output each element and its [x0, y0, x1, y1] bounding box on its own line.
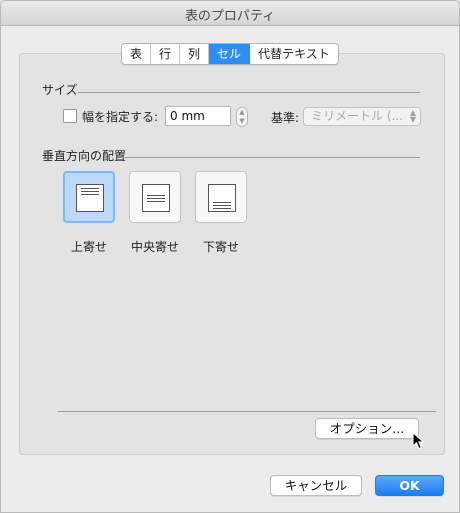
vertical-alignment-section-title: 垂直方向の配置 — [42, 149, 127, 163]
align-top-icon — [76, 184, 104, 212]
mouse-pointer-icon — [412, 432, 425, 450]
tab-table[interactable]: 表 — [122, 44, 152, 64]
tab-alt-text[interactable]: 代替テキスト — [250, 44, 338, 64]
ok-button[interactable]: OK — [375, 475, 444, 496]
align-top-button[interactable] — [63, 171, 115, 223]
align-middle-caption: 中央寄せ — [130, 240, 179, 254]
window-title: 表のプロパティ — [184, 9, 276, 24]
width-stepper[interactable]: ▲ ▼ — [236, 107, 248, 127]
options-button[interactable]: オプション... — [315, 418, 419, 439]
width-input[interactable] — [165, 106, 231, 126]
cancel-button[interactable]: キャンセル — [270, 475, 362, 496]
basis-label: 基準: — [271, 111, 300, 125]
chevron-updown-icon: ▲ ▼ — [409, 108, 416, 124]
tab-column[interactable]: 列 — [180, 44, 210, 64]
basis-select[interactable]: ミリメートル (... ▲ ▼ — [303, 107, 421, 126]
align-bottom-icon — [208, 184, 236, 212]
tab-cell[interactable]: セル — [209, 44, 251, 64]
vertical-alignment-divider — [121, 157, 420, 158]
options-divider — [58, 411, 436, 412]
stepper-down-icon[interactable]: ▼ — [237, 117, 247, 126]
table-properties-dialog: 表のプロパティ 表 行 列 セル 代替テキスト サイズ 幅を指定する: ▲ ▼ … — [0, 0, 460, 513]
align-middle-button[interactable] — [129, 171, 181, 223]
align-bottom-button[interactable] — [195, 171, 247, 223]
align-middle-icon — [142, 184, 170, 212]
basis-select-value: ミリメートル (... — [311, 109, 403, 123]
stepper-up-icon[interactable]: ▲ — [237, 108, 247, 117]
size-section-title: サイズ — [42, 83, 78, 97]
tab-bar: 表 行 列 セル 代替テキスト — [121, 43, 339, 65]
specify-width-checkbox[interactable] — [63, 109, 77, 123]
size-section-divider — [78, 92, 420, 93]
specify-width-label: 幅を指定する: — [82, 110, 159, 124]
align-bottom-caption: 下寄せ — [202, 240, 239, 254]
title-bar[interactable]: 表のプロパティ — [1, 1, 459, 26]
tab-row[interactable]: 行 — [151, 44, 181, 64]
align-top-caption: 上寄せ — [70, 240, 107, 254]
